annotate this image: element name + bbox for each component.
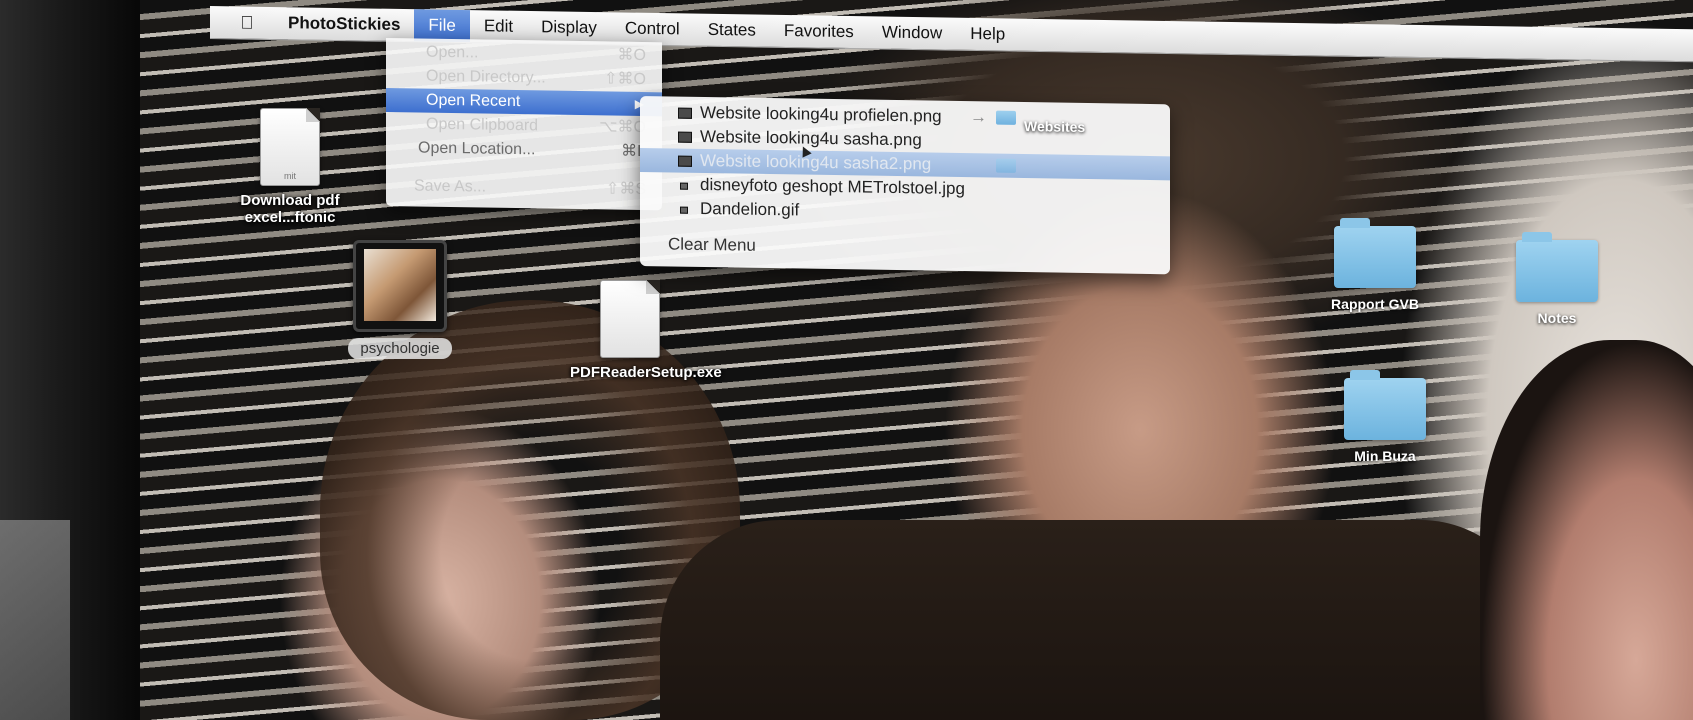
image-file-icon (678, 155, 692, 167)
arrow-right-icon: → (970, 107, 987, 127)
menu-states[interactable]: States (694, 14, 770, 47)
image-file-icon (678, 107, 692, 119)
clear-menu-item[interactable]: Clear Menu (640, 232, 1170, 264)
menu-item-open-location[interactable]: Open Location... ⌘L (386, 136, 662, 164)
folder-label: Min Buza (1354, 448, 1416, 464)
menu-item-save-as[interactable]: Save As... ⇧⌘S (386, 174, 662, 202)
menu-control[interactable]: Control (611, 12, 694, 45)
folder-label: Rapport GVB (1331, 296, 1419, 312)
desktop-folder-notes[interactable]: Notes (1492, 232, 1622, 326)
file-dropdown-menu: Open... ⌘O Open Directory... ⇧⌘O Open Re… (386, 38, 662, 211)
desktop-icon-download-pdf[interactable]: mit Download pdf excel...ftonic (220, 108, 360, 226)
menu-favorites[interactable]: Favorites (770, 15, 868, 49)
menu-help[interactable]: Help (956, 18, 1019, 51)
menu-display[interactable]: Display (527, 11, 611, 44)
desktop-icon-label: Download pdf excel...ftonic (240, 192, 340, 226)
menu-window[interactable]: Window (868, 16, 956, 49)
folder-icon (996, 110, 1016, 125)
desktop-icon-pdfreader[interactable]: PDFReaderSetup.exe (560, 280, 722, 381)
menu-edit[interactable]: Edit (470, 10, 527, 43)
image-file-icon (680, 206, 688, 214)
document-icon (600, 280, 660, 358)
desktop-folder-minbuza[interactable]: Min Buza (1320, 370, 1450, 464)
folder-label: Notes (1537, 310, 1577, 326)
folder-icon (1516, 232, 1598, 302)
desktop-icon-label: PDFReaderSetup.exe (570, 364, 722, 381)
image-file-icon (678, 131, 692, 143)
apple-icon[interactable]:  (236, 12, 258, 33)
desktop-folder-rapport[interactable]: Rapport GVB (1310, 218, 1440, 312)
menu-app-name[interactable]: PhotoStickies (274, 7, 414, 41)
desktop-icon-label: psychologie (348, 338, 452, 359)
desktop-icon-psychologie[interactable]: psychologie (330, 240, 470, 359)
photo-thumbnail-icon (353, 240, 447, 332)
folder-icon (1344, 370, 1426, 440)
menu-file[interactable]: File (414, 9, 470, 43)
open-recent-submenu: Website looking4u profielen.png → Websit… (640, 96, 1170, 275)
screen: mit Download pdf excel...ftonic psycholo… (140, 0, 1693, 720)
image-file-icon (680, 182, 688, 190)
background-desk (0, 520, 70, 720)
folder-icon (1334, 218, 1416, 288)
folder-icon (996, 158, 1016, 173)
wallpaper-man-shirt (660, 520, 1540, 720)
document-icon: mit (260, 108, 320, 186)
